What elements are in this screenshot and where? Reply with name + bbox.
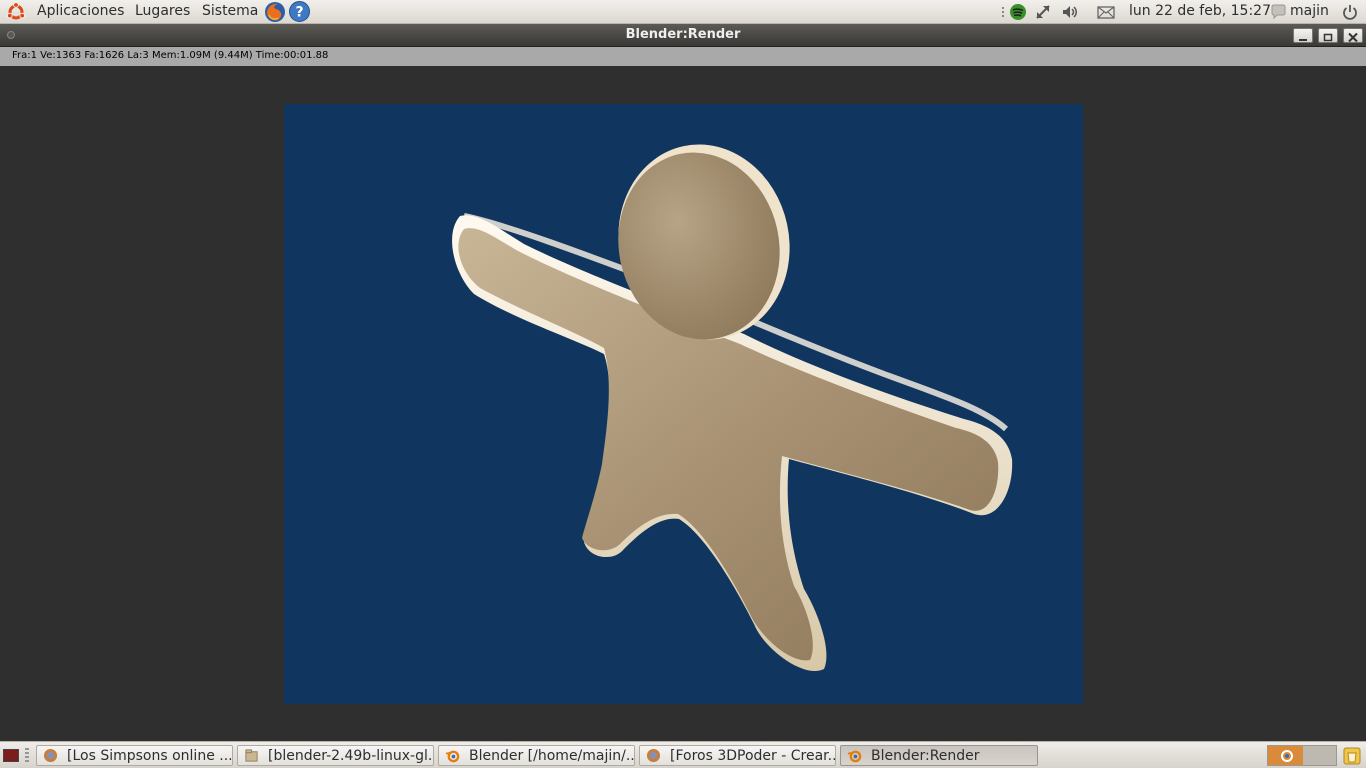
firefox-icon bbox=[646, 748, 661, 763]
spotify-icon[interactable] bbox=[1009, 3, 1027, 21]
network-icon[interactable] bbox=[1034, 3, 1052, 21]
menu-sistema[interactable]: Sistema bbox=[202, 3, 258, 20]
maximize-icon bbox=[1323, 33, 1333, 42]
help-icon[interactable]: ? bbox=[289, 1, 310, 22]
tray-handle-icon bbox=[1002, 7, 1004, 17]
menu-aplicaciones[interactable]: Aplicaciones bbox=[37, 3, 124, 20]
workspace-1[interactable] bbox=[1268, 746, 1303, 765]
blender-icon bbox=[445, 750, 460, 763]
task-label: [Foros 3DPoder - Crear... bbox=[670, 748, 836, 764]
task-folder-blender[interactable]: [blender-2.49b-linux-gl... bbox=[237, 745, 434, 766]
user-name[interactable]: majin bbox=[1290, 3, 1329, 20]
panel-handle bbox=[25, 748, 29, 764]
menu-lugares[interactable]: Lugares bbox=[135, 3, 190, 20]
task-label: [blender-2.49b-linux-gl... bbox=[268, 748, 434, 764]
workspace-switcher[interactable] bbox=[1267, 745, 1337, 766]
ubuntu-logo-icon[interactable] bbox=[6, 2, 26, 22]
blender-icon bbox=[847, 750, 862, 763]
firefox-icon bbox=[43, 748, 58, 763]
task-label: Blender [/home/majin/... bbox=[469, 748, 635, 764]
render-figure bbox=[452, 144, 1013, 671]
task-firefox-simpsons[interactable]: [Los Simpsons online ... bbox=[36, 745, 233, 766]
render-stats: Fra:1 Ve:1363 Fa:1626 La:3 Mem:1.09M (9.… bbox=[12, 50, 329, 61]
close-icon bbox=[1348, 32, 1358, 43]
task-label: [Los Simpsons online ... bbox=[67, 748, 233, 764]
firefox-icon[interactable] bbox=[264, 1, 286, 23]
clock[interactable]: lun 22 de feb, 15:27 bbox=[1129, 3, 1271, 20]
folder-icon bbox=[245, 749, 258, 762]
show-desktop-icon[interactable] bbox=[3, 749, 19, 762]
maximize-button[interactable] bbox=[1318, 28, 1338, 43]
task-blender-render[interactable]: Blender:Render bbox=[840, 745, 1038, 766]
chat-icon[interactable] bbox=[1270, 3, 1287, 21]
bottom-panel: [Los Simpsons online ... [blender-2.49b-… bbox=[0, 741, 1366, 768]
workspace-2[interactable] bbox=[1303, 746, 1336, 765]
task-blender-main[interactable]: Blender [/home/majin/... bbox=[438, 745, 635, 766]
trash-icon[interactable] bbox=[1342, 746, 1362, 766]
top-panel: Aplicaciones Lugares Sistema ? lun 22 de… bbox=[0, 0, 1366, 24]
task-firefox-foros[interactable]: [Foros 3DPoder - Crear... bbox=[639, 745, 836, 766]
minimize-button[interactable] bbox=[1293, 28, 1313, 43]
window-titlebar[interactable]: Blender:Render bbox=[0, 24, 1366, 47]
blender-icon bbox=[1281, 750, 1293, 762]
task-label: Blender:Render bbox=[871, 748, 980, 764]
render-image bbox=[284, 104, 1083, 704]
mail-icon[interactable] bbox=[1096, 3, 1116, 21]
power-icon[interactable] bbox=[1341, 3, 1359, 21]
minimize-icon bbox=[1299, 39, 1307, 41]
volume-icon[interactable] bbox=[1061, 3, 1079, 21]
svg-text:?: ? bbox=[295, 5, 303, 21]
render-viewport[interactable] bbox=[0, 66, 1366, 740]
close-button[interactable] bbox=[1343, 28, 1363, 43]
window-title: Blender:Render bbox=[625, 27, 741, 42]
render-info-bar: Fra:1 Ve:1363 Fa:1626 La:3 Mem:1.09M (9.… bbox=[0, 47, 1366, 66]
